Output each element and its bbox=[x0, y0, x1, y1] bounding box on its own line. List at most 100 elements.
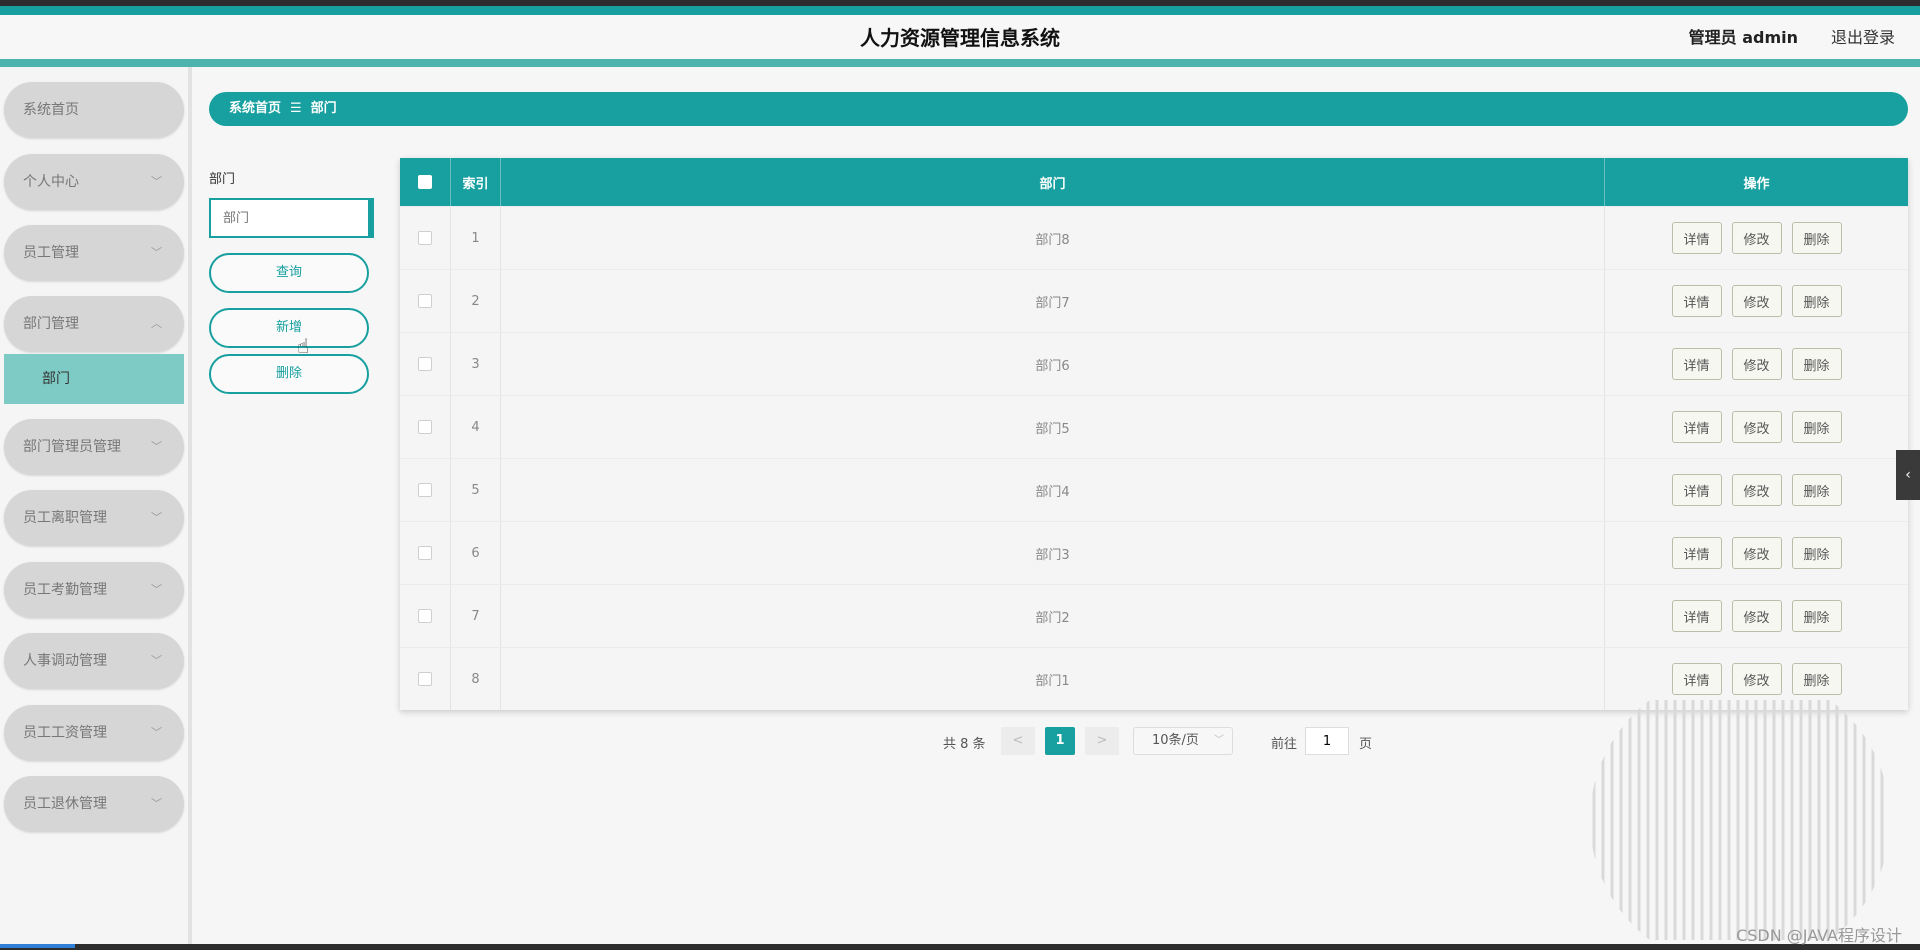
row-department: 部门3 bbox=[501, 522, 1605, 584]
detail-button[interactable]: 详情 bbox=[1671, 348, 1722, 380]
edit-button[interactable]: 修改 bbox=[1731, 348, 1782, 380]
delete-button[interactable]: 删除 bbox=[1791, 600, 1842, 632]
edit-button[interactable]: 修改 bbox=[1731, 600, 1782, 632]
delete-button[interactable]: 删除 bbox=[1791, 222, 1842, 254]
detail-button[interactable]: 详情 bbox=[1671, 474, 1722, 506]
sidebar-item-label: 部门管理 bbox=[23, 316, 79, 332]
chevron-down-icon: ﹀ bbox=[151, 797, 162, 810]
row-operations: 详情 修改 删除 bbox=[1605, 522, 1908, 584]
sidebar-item-label: 个人中心 bbox=[23, 174, 79, 190]
sidebar-item-home[interactable]: 系统首页 bbox=[4, 82, 184, 138]
sidebar-item-label: 员工退休管理 bbox=[23, 796, 107, 812]
sidebar-item-resignation-management[interactable]: 员工离职管理 ﹀ bbox=[4, 490, 184, 546]
row-department: 部门1 bbox=[501, 648, 1605, 710]
page-size-select[interactable]: 10条/页 ﹀ bbox=[1133, 727, 1233, 755]
row-checkbox[interactable] bbox=[418, 672, 432, 686]
sidebar-item-dept-admin-management[interactable]: 部门管理员管理 ﹀ bbox=[4, 419, 184, 475]
sidebar-item-label: 员工离职管理 bbox=[23, 510, 107, 526]
edit-button[interactable]: 修改 bbox=[1731, 537, 1782, 569]
page-suffix: 页 bbox=[1359, 737, 1373, 752]
collapse-panel-button[interactable]: ‹ bbox=[1896, 450, 1920, 500]
sidebar-item-salary-management[interactable]: 员工工资管理 ﹀ bbox=[4, 705, 184, 761]
decorative-stripes bbox=[1592, 700, 1884, 940]
chevron-up-icon: ︿ bbox=[151, 317, 162, 330]
row-index: 6 bbox=[451, 522, 501, 584]
table-row: 4 部门5 详情 修改 删除 bbox=[400, 395, 1908, 458]
row-index: 7 bbox=[451, 585, 501, 647]
sidebar-subitem-department[interactable]: 部门 bbox=[4, 354, 184, 404]
chevron-down-icon: ﹀ bbox=[1214, 735, 1224, 746]
chevron-down-icon: ﹀ bbox=[151, 175, 162, 188]
chevron-down-icon: ﹀ bbox=[151, 654, 162, 667]
delete-button[interactable]: 删除 bbox=[1791, 474, 1842, 506]
row-operations: 详情 修改 删除 bbox=[1605, 333, 1908, 395]
sidebar-item-retirement-management[interactable]: 员工退休管理 ﹀ bbox=[4, 776, 184, 832]
sidebar-item-label: 员工管理 bbox=[23, 245, 79, 261]
detail-button[interactable]: 详情 bbox=[1671, 600, 1722, 632]
edit-button[interactable]: 修改 bbox=[1731, 663, 1782, 695]
delete-button[interactable]: 删除 bbox=[1791, 348, 1842, 380]
prev-page-button[interactable]: < bbox=[1001, 727, 1035, 755]
app-title: 人力资源管理信息系统 bbox=[860, 26, 1060, 50]
query-button[interactable]: 查询 bbox=[209, 253, 369, 293]
sidebar-item-attendance-management[interactable]: 员工考勤管理 ﹀ bbox=[4, 562, 184, 618]
detail-button[interactable]: 详情 bbox=[1671, 663, 1722, 695]
sidebar-item-employee-management[interactable]: 员工管理 ﹀ bbox=[4, 225, 184, 281]
sidebar: 系统首页 个人中心 ﹀ 员工管理 ﹀ 部门管理 ︿ 部门 部门管理员管理 ﹀ 员… bbox=[0, 67, 192, 947]
row-index: 8 bbox=[451, 648, 501, 710]
watermark: CSDN @JAVA程序设计 bbox=[1736, 926, 1902, 945]
row-department: 部门6 bbox=[501, 333, 1605, 395]
delete-button[interactable]: 删除 bbox=[1791, 537, 1842, 569]
delete-button[interactable]: 删除 bbox=[1791, 285, 1842, 317]
delete-button[interactable]: 删除 bbox=[1791, 411, 1842, 443]
chevron-down-icon: ﹀ bbox=[151, 583, 162, 596]
breadcrumb: 系统首页 ☰ 部门 bbox=[209, 92, 1908, 126]
row-index: 4 bbox=[451, 396, 501, 458]
row-checkbox[interactable] bbox=[418, 231, 432, 245]
batch-delete-button[interactable]: 删除 bbox=[209, 354, 369, 394]
sidebar-item-department-management[interactable]: 部门管理 ︿ bbox=[4, 296, 184, 352]
breadcrumb-separator-icon: ☰ bbox=[290, 101, 302, 116]
sidebar-item-transfer-management[interactable]: 人事调动管理 ﹀ bbox=[4, 633, 184, 689]
select-all-checkbox[interactable] bbox=[418, 175, 432, 189]
breadcrumb-current: 部门 bbox=[310, 101, 337, 116]
header-department: 部门 bbox=[501, 158, 1605, 206]
detail-button[interactable]: 详情 bbox=[1671, 222, 1722, 254]
row-index: 2 bbox=[451, 270, 501, 332]
row-checkbox[interactable] bbox=[418, 483, 432, 497]
edit-button[interactable]: 修改 bbox=[1731, 474, 1782, 506]
row-operations: 详情 修改 删除 bbox=[1605, 207, 1908, 269]
goto-label: 前往 bbox=[1271, 737, 1298, 752]
delete-button[interactable]: 删除 bbox=[1791, 663, 1842, 695]
chevron-down-icon: ﹀ bbox=[151, 511, 162, 524]
logout-link[interactable]: 退出登录 bbox=[1831, 24, 1895, 48]
detail-button[interactable]: 详情 bbox=[1671, 285, 1722, 317]
edit-button[interactable]: 修改 bbox=[1731, 285, 1782, 317]
row-checkbox[interactable] bbox=[418, 609, 432, 623]
breadcrumb-home[interactable]: 系统首页 bbox=[229, 101, 281, 116]
row-checkbox[interactable] bbox=[418, 546, 432, 560]
header-divider bbox=[0, 59, 1920, 67]
detail-button[interactable]: 详情 bbox=[1671, 411, 1722, 443]
table-row: 2 部门7 详情 修改 删除 bbox=[400, 269, 1908, 332]
row-checkbox[interactable] bbox=[418, 294, 432, 308]
next-page-button[interactable]: > bbox=[1085, 727, 1119, 755]
row-department: 部门5 bbox=[501, 396, 1605, 458]
goto-page-input[interactable] bbox=[1305, 727, 1349, 755]
row-operations: 详情 修改 删除 bbox=[1605, 270, 1908, 332]
current-page-button[interactable]: 1 bbox=[1045, 727, 1075, 755]
department-search-input[interactable] bbox=[209, 198, 374, 238]
row-checkbox[interactable] bbox=[418, 420, 432, 434]
edit-button[interactable]: 修改 bbox=[1731, 222, 1782, 254]
table-header: 索引 部门 操作 bbox=[400, 158, 1908, 206]
edit-button[interactable]: 修改 bbox=[1731, 411, 1782, 443]
row-index: 1 bbox=[451, 207, 501, 269]
detail-button[interactable]: 详情 bbox=[1671, 537, 1722, 569]
add-button[interactable]: 新增 bbox=[209, 308, 369, 348]
row-checkbox[interactable] bbox=[418, 357, 432, 371]
sidebar-item-personal-center[interactable]: 个人中心 ﹀ bbox=[4, 154, 184, 210]
table-row: 7 部门2 详情 修改 删除 bbox=[400, 584, 1908, 647]
table-row: 3 部门6 详情 修改 删除 bbox=[400, 332, 1908, 395]
department-table: 索引 部门 操作 1 部门8 详情 修改 删除 2 部门7 详情 修改 删除 3 部门6 详情 修改 删除 4… bbox=[400, 158, 1908, 710]
admin-label: 管理员 admin bbox=[1688, 28, 1798, 47]
